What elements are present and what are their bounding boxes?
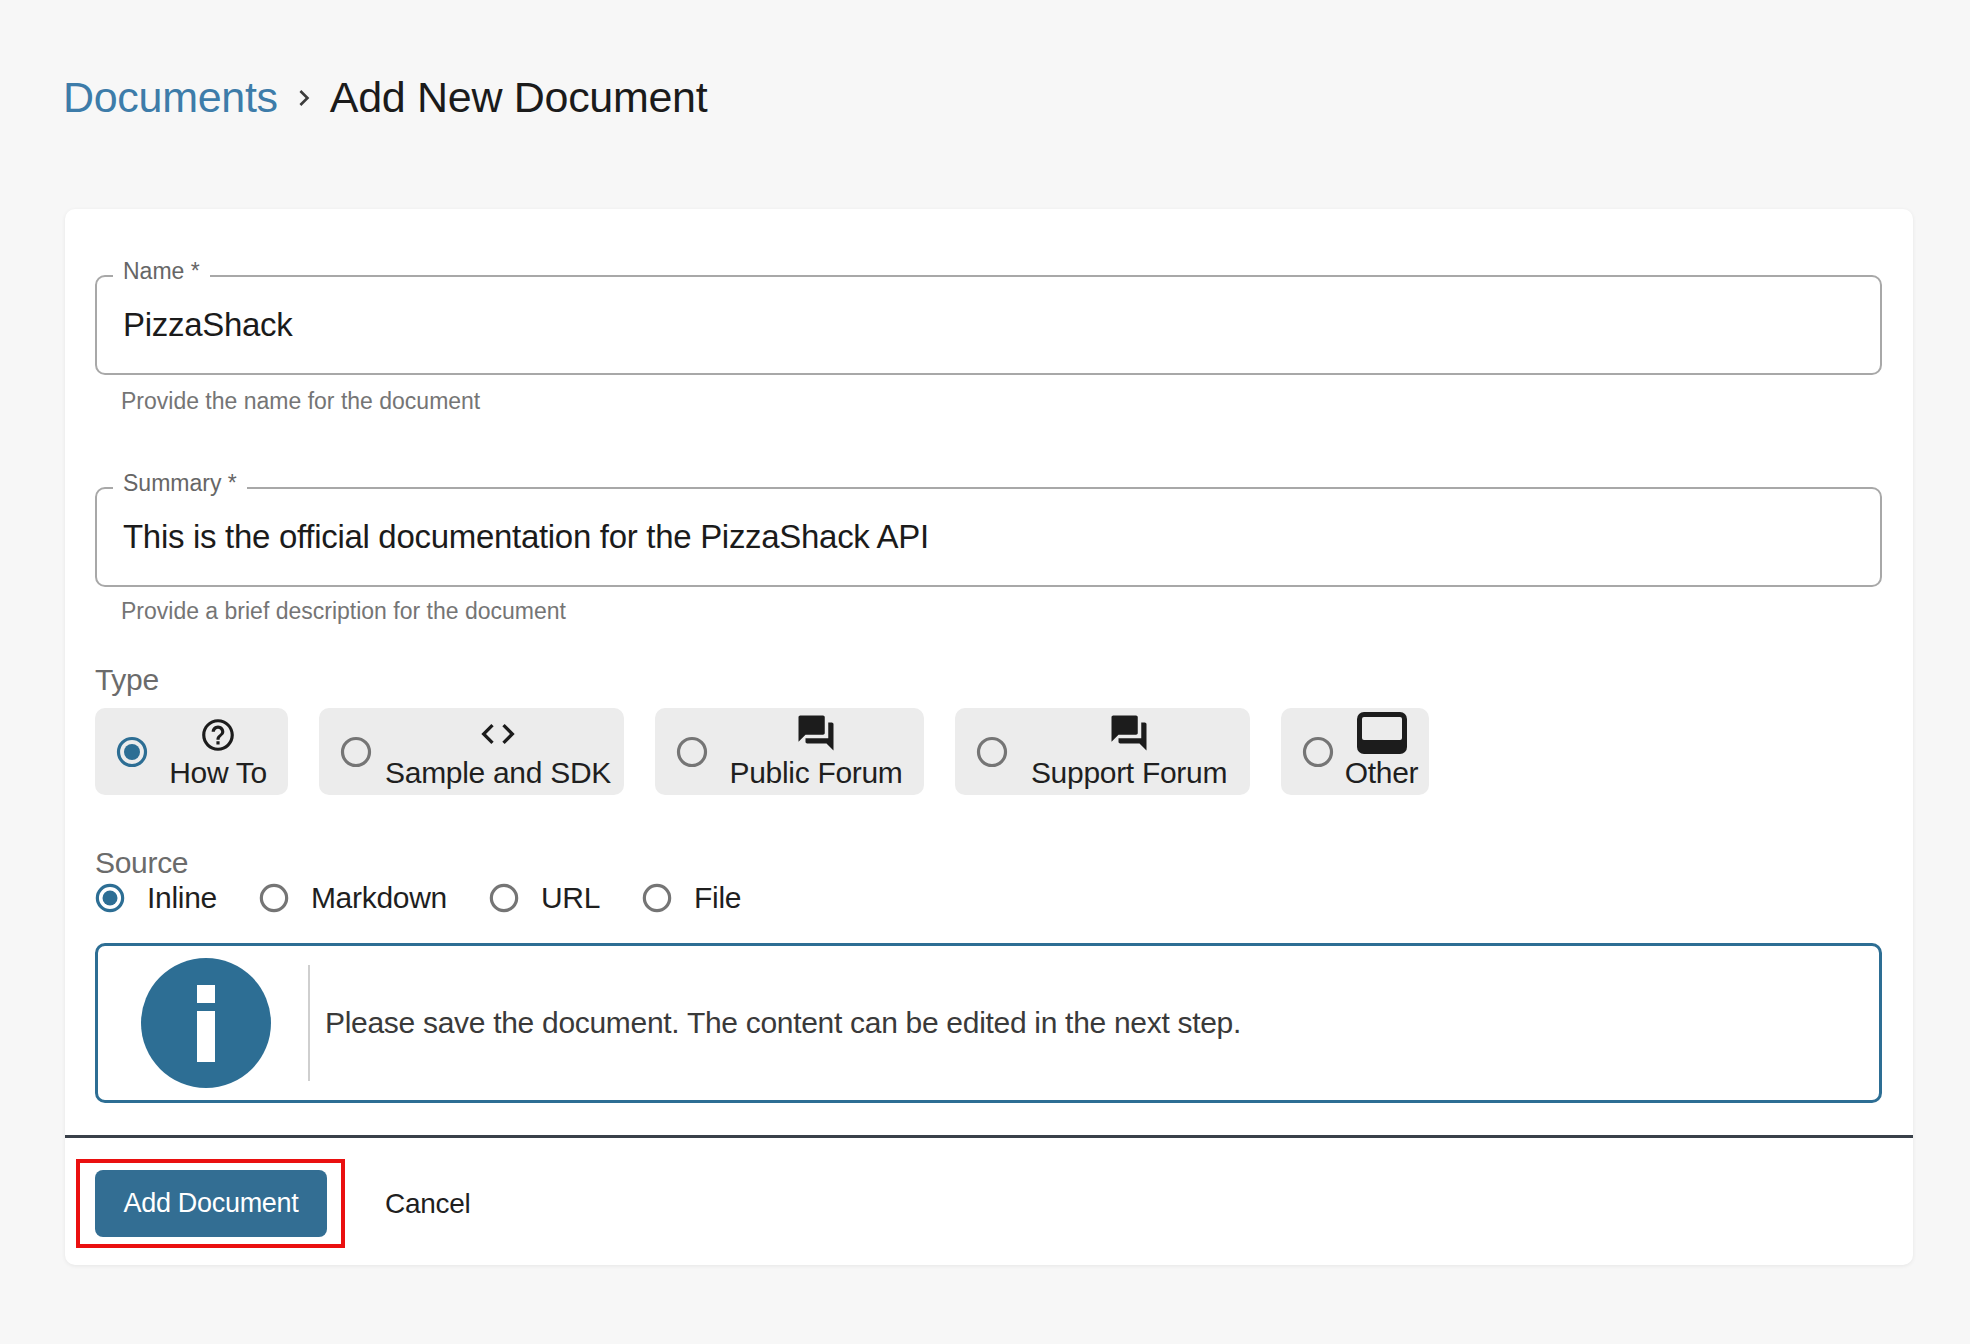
radio-selected-icon[interactable] bbox=[116, 736, 148, 768]
code-icon bbox=[478, 714, 518, 754]
breadcrumb: Documents Add New Document bbox=[63, 73, 707, 122]
forum-icon bbox=[795, 714, 837, 754]
chevron-right-icon bbox=[288, 82, 320, 114]
type-option-other[interactable]: Other bbox=[1281, 708, 1429, 795]
summary-field-value[interactable]: This is the official documentation for t… bbox=[123, 518, 929, 556]
name-field[interactable]: Name * PizzaShack bbox=[95, 275, 1882, 375]
type-option-label: Support Forum bbox=[1031, 756, 1227, 789]
type-option-label: Sample and SDK bbox=[385, 756, 611, 789]
radio-unselected-icon[interactable] bbox=[259, 883, 289, 913]
radio-unselected-icon[interactable] bbox=[642, 883, 672, 913]
summary-helper-text: Provide a brief description for the docu… bbox=[121, 598, 566, 625]
source-option-url[interactable]: URL bbox=[541, 881, 600, 915]
radio-unselected-icon[interactable] bbox=[489, 883, 519, 913]
type-options-row: How To Sample and SDK Public F bbox=[95, 708, 1429, 795]
breadcrumb-link-documents[interactable]: Documents bbox=[63, 73, 278, 122]
form-divider bbox=[65, 1135, 1913, 1138]
summary-field[interactable]: Summary * This is the official documenta… bbox=[95, 487, 1882, 587]
info-alert: Please save the document. The content ca… bbox=[95, 943, 1882, 1103]
add-document-button[interactable]: Add Document bbox=[95, 1170, 327, 1237]
cancel-button[interactable]: Cancel bbox=[385, 1188, 470, 1220]
radio-unselected-icon[interactable] bbox=[976, 736, 1008, 768]
name-helper-text: Provide the name for the document bbox=[121, 388, 480, 415]
radio-selected-icon[interactable] bbox=[95, 883, 125, 913]
type-option-how-to[interactable]: How To bbox=[95, 708, 288, 795]
alert-message: Please save the document. The content ca… bbox=[325, 1006, 1241, 1040]
radio-unselected-icon[interactable] bbox=[340, 736, 372, 768]
help-icon bbox=[199, 714, 237, 754]
type-option-public-forum[interactable]: Public Forum bbox=[655, 708, 924, 795]
type-section-label: Type bbox=[95, 663, 159, 697]
info-icon bbox=[141, 958, 271, 1088]
radio-unselected-icon[interactable] bbox=[1302, 736, 1334, 768]
type-option-label: Public Forum bbox=[729, 756, 902, 789]
name-field-label: Name * bbox=[113, 258, 210, 285]
forum-icon bbox=[1108, 714, 1150, 754]
type-option-label: Other bbox=[1345, 756, 1419, 789]
alert-divider bbox=[308, 965, 310, 1081]
source-option-inline[interactable]: Inline bbox=[147, 881, 217, 915]
source-option-markdown[interactable]: Markdown bbox=[311, 881, 447, 915]
page-title: Add New Document bbox=[330, 73, 708, 122]
type-option-sample-sdk[interactable]: Sample and SDK bbox=[319, 708, 624, 795]
summary-field-label: Summary * bbox=[113, 470, 247, 497]
source-option-file[interactable]: File bbox=[694, 881, 741, 915]
radio-unselected-icon[interactable] bbox=[676, 736, 708, 768]
screen-icon bbox=[1357, 714, 1407, 754]
source-options-row: Inline Markdown URL File bbox=[95, 868, 783, 928]
name-field-value[interactable]: PizzaShack bbox=[123, 306, 292, 344]
add-document-form-card: Name * PizzaShack Provide the name for t… bbox=[65, 209, 1913, 1265]
type-option-label: How To bbox=[169, 756, 267, 789]
type-option-support-forum[interactable]: Support Forum bbox=[955, 708, 1250, 795]
